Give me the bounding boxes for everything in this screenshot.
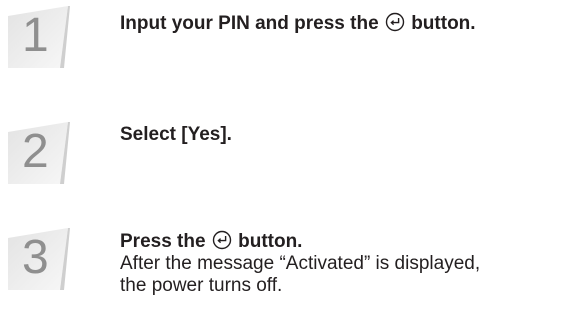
- step-content: Input your PIN and press the button.: [120, 12, 575, 35]
- enter-icon: [385, 12, 405, 32]
- step-title: Input your PIN and press the button.: [120, 12, 575, 35]
- step-number-badge: 2: [8, 122, 70, 184]
- step-number-badge: 1: [8, 6, 70, 68]
- step-title-text: Input your PIN and press the: [120, 13, 384, 34]
- step-title-text-end: button.: [405, 13, 476, 34]
- enter-icon: [212, 230, 232, 250]
- step-content: Press the button. After the message “Act…: [120, 230, 575, 297]
- step-number: 3: [22, 231, 49, 284]
- step-title: Press the button.: [120, 230, 575, 253]
- step-title-text: Press the: [120, 231, 211, 252]
- step-number-badge: 3: [8, 228, 70, 290]
- step-content: Select [Yes].: [120, 124, 575, 146]
- step-title-text-end: button.: [232, 231, 303, 252]
- step-description-line: the power turns off.: [120, 275, 283, 296]
- step-title: Select [Yes].: [120, 124, 232, 145]
- step-number: 1: [22, 9, 49, 62]
- step-description-line: After the message “Activated” is display…: [120, 253, 481, 274]
- step-number: 2: [22, 125, 49, 178]
